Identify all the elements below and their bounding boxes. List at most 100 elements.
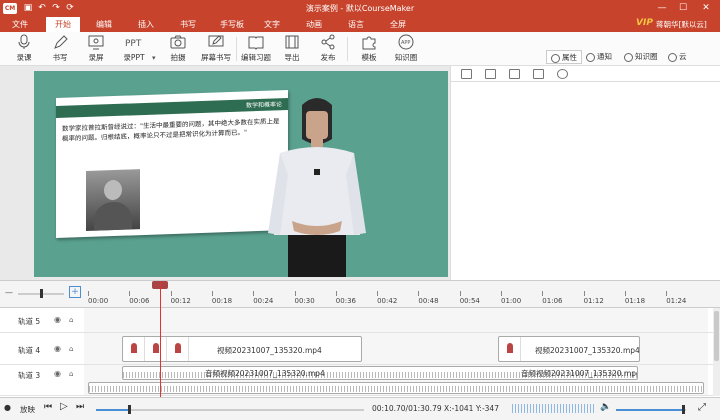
puzzle-icon [362, 36, 376, 50]
previous-icon[interactable]: ⏮ [44, 402, 52, 412]
menu-text[interactable]: 文字 [258, 17, 286, 32]
timeline-scrollbar[interactable] [713, 308, 720, 396]
canvas-area[interactable]: 数学和概率论 数学家拉普拉斯曾经说过："生活中最重要的问题，其中绝大多数在实质上… [0, 66, 456, 323]
fullscreen-icon[interactable]: ⤢ [698, 402, 706, 413]
track-lane[interactable] [84, 308, 708, 332]
menu-fullscreen[interactable]: 全屏 [384, 17, 412, 32]
media-icon[interactable] [533, 69, 544, 79]
menu-edit[interactable]: 编辑 [90, 17, 118, 32]
cloud-icon [668, 52, 677, 62]
vip-badge[interactable]: VIP [636, 18, 653, 28]
volume-slider[interactable] [616, 405, 686, 414]
audio-clip-secondary[interactable] [88, 382, 704, 394]
tab-cloud[interactable]: 云 [668, 50, 687, 64]
tab-knowledge[interactable]: 知识圈 [624, 50, 658, 64]
tab-notify[interactable]: 通知 [586, 50, 612, 64]
tick-mark [624, 291, 626, 296]
menu-file[interactable]: 文件 [6, 17, 34, 32]
tick-mark [459, 291, 461, 296]
menu-write[interactable]: 书写 [174, 17, 202, 32]
presenter-figure[interactable] [262, 91, 372, 277]
slide-paper[interactable]: 数学和概率论 数学家拉普拉斯曾经说过："生活中最重要的问题，其中绝大多数在实质上… [56, 89, 288, 239]
shoot-button[interactable]: 拍摄 [161, 34, 195, 64]
tick-mark [88, 291, 89, 296]
close-button[interactable]: ✕ [698, 1, 714, 16]
progress-slider[interactable] [96, 405, 364, 414]
eye-icon[interactable]: ◉ [54, 369, 61, 378]
video-clip[interactable]: 视频20231007_135320.mp4 [122, 336, 362, 362]
screen-record-button[interactable]: 录屏 [79, 34, 113, 64]
video-clip-label: 视频20231007_135320.mp4 [217, 346, 322, 355]
scrollbar-thumb[interactable] [714, 311, 719, 361]
audio-level-meter [512, 404, 594, 413]
lock-icon[interactable]: ⌂ [69, 345, 73, 353]
playhead-line[interactable] [160, 281, 161, 406]
add-track-button[interactable]: + [69, 286, 81, 298]
slide-canvas[interactable]: 数学和概率论 数学家拉普拉斯曾经说过："生活中最重要的问题，其中绝大多数在实质上… [34, 71, 448, 277]
tick-mark [129, 291, 131, 296]
menu-home[interactable]: 开始 [46, 17, 80, 32]
publish-button[interactable]: 发布 [311, 34, 345, 64]
slide-quote-text: 数学家拉普拉斯曾经说过："生活中最重要的问题，其中绝大多数在实质上是概率的问题。… [62, 117, 280, 143]
volume-knob[interactable] [682, 405, 685, 414]
tab-label: 知识圈 [635, 52, 658, 61]
volume-icon[interactable]: 🔈 [600, 402, 611, 412]
export-button[interactable]: 导出 [275, 34, 309, 64]
tool-label: 编辑习题 [241, 53, 271, 62]
menu-language[interactable]: 语言 [342, 17, 370, 32]
tick-mark [211, 291, 213, 296]
write-button[interactable]: 书写 [43, 34, 77, 64]
zoom-slider[interactable] [18, 289, 64, 298]
text-icon[interactable] [509, 69, 520, 79]
tool-label: 导出 [284, 53, 300, 62]
timeline-ruler[interactable]: — + 00:00 00:06 00:12 00:18 00:24 00:30 00:36 0… [0, 280, 720, 308]
progress-knob[interactable] [127, 405, 131, 414]
track-lane[interactable]: 视频20231007_135320.mp4 视频20231007_135320.… [84, 333, 708, 364]
knowledge-circle-button[interactable]: APP 知识圈 [388, 34, 424, 64]
tab-label: 云 [679, 52, 687, 61]
laplace-portrait[interactable] [86, 169, 140, 232]
menu-tablet[interactable]: 手写板 [215, 17, 249, 32]
knowledge-icon [624, 52, 633, 62]
edit-exercise-button[interactable]: 编辑习题 [238, 34, 274, 64]
star-icon[interactable] [557, 69, 568, 79]
film-icon [285, 35, 299, 49]
book-icon [248, 36, 264, 50]
tool-label: 拍摄 [170, 53, 186, 62]
user-name[interactable]: 蒋朝华[默以云] [656, 17, 707, 32]
screen-write-button[interactable]: 屏幕书写 [196, 34, 236, 64]
window-icon[interactable] [461, 69, 472, 79]
tick-mark [583, 291, 585, 296]
play-label[interactable]: 放映 [20, 404, 35, 415]
next-icon[interactable]: ⏭ [76, 402, 84, 412]
eye-icon[interactable]: ◉ [54, 344, 61, 353]
grid-icon[interactable] [485, 69, 496, 79]
tick-label: 01:06 [542, 297, 563, 305]
audio-clip[interactable]: 音频视频20231007_135320.mp4 音频视频20231007_135… [122, 366, 638, 380]
template-button[interactable]: 模板 [352, 34, 386, 64]
zoom-knob[interactable] [40, 289, 43, 298]
tab-properties[interactable]: 属性 [546, 50, 582, 64]
minimize-button[interactable]: — [654, 1, 670, 16]
menu-insert[interactable]: 插入 [132, 17, 160, 32]
lock-icon[interactable]: ⌂ [69, 370, 73, 378]
maximize-button[interactable]: ☐ [675, 1, 691, 16]
video-clip[interactable]: 视频20231007_135320.mp4 [498, 336, 640, 362]
eye-icon[interactable]: ◉ [54, 315, 61, 324]
track-lane[interactable]: 音频视频20231007_135320.mp4 音频视频20231007_135… [84, 365, 708, 395]
app-icon: APP [398, 34, 414, 50]
chevron-down-icon[interactable]: ▾ [152, 54, 156, 62]
menu-animation[interactable]: 动画 [300, 17, 328, 32]
tick-label: 00:36 [335, 297, 356, 305]
record-lesson-button[interactable]: 录课 [7, 34, 41, 64]
panel-tabs [451, 66, 720, 82]
record-ppt-button[interactable]: PPT 录PPT [115, 34, 153, 64]
gear-icon [551, 53, 560, 63]
tick-mark [418, 291, 420, 296]
tick-mark [542, 291, 544, 296]
tick-label: 00:18 [211, 297, 233, 305]
zoom-out-icon[interactable]: — [5, 288, 13, 297]
lock-icon[interactable]: ⌂ [69, 316, 73, 324]
play-icon[interactable]: ▷ [60, 401, 68, 412]
tab-label: 属性 [562, 53, 577, 62]
